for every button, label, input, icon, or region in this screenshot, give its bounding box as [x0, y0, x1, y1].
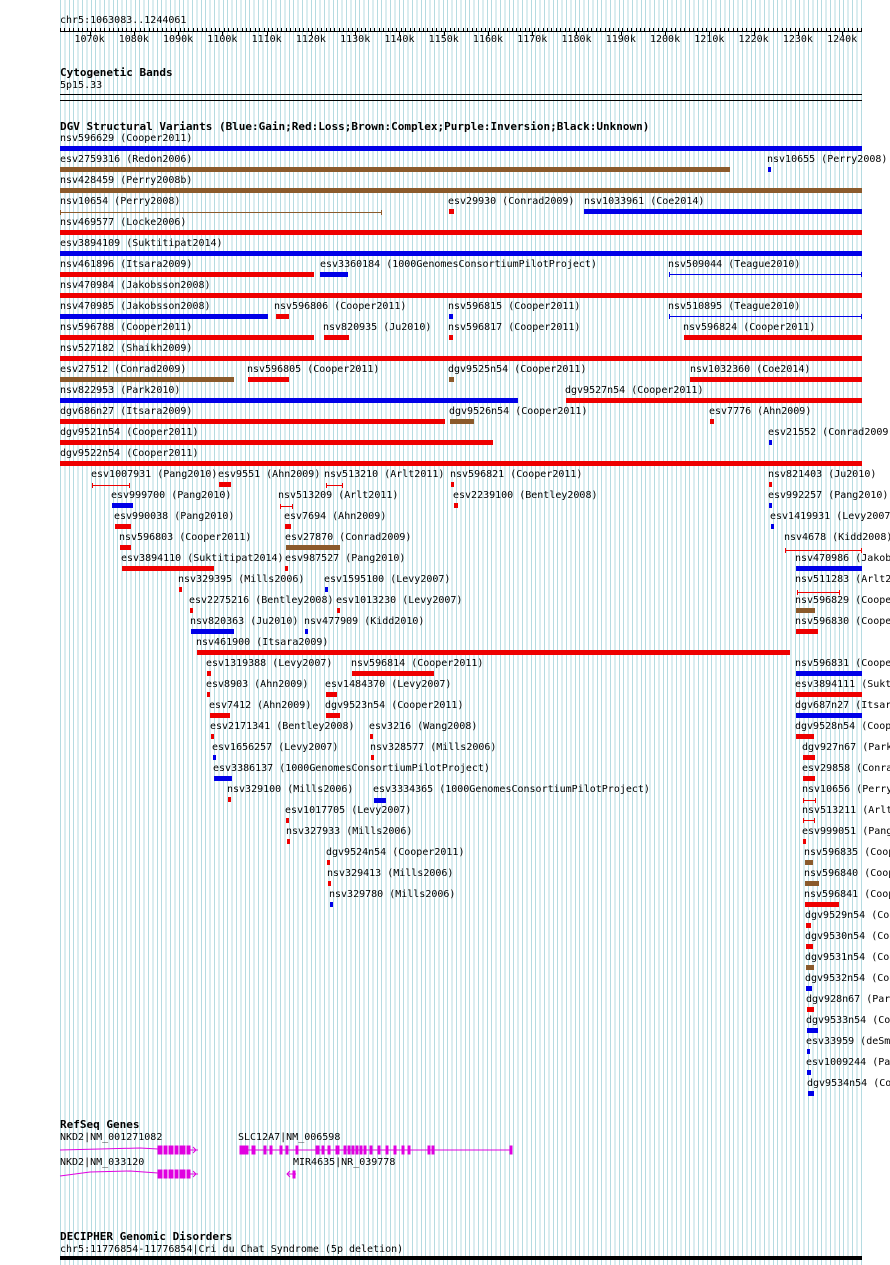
gene-model-nkd2-1	[59, 1145, 198, 1155]
decipher-track-title: DECIPHER Genomic Disorders	[60, 1230, 233, 1243]
decipher-bar[interactable]	[60, 1256, 862, 1260]
genome-browser-view: chr5:1063083..1244061 1070k 1080k 1090k 110…	[0, 0, 890, 1265]
decipher-entry[interactable]: chr5:11776854-11776854|Cri du Chat Syndr…	[60, 1245, 403, 1255]
gene-model-slc12a7	[239, 1145, 513, 1155]
refseq-gene-models[interactable]	[0, 0, 890, 1265]
gene-model-nkd2-2	[59, 1169, 198, 1179]
gene-model-mir4635	[286, 1170, 296, 1179]
